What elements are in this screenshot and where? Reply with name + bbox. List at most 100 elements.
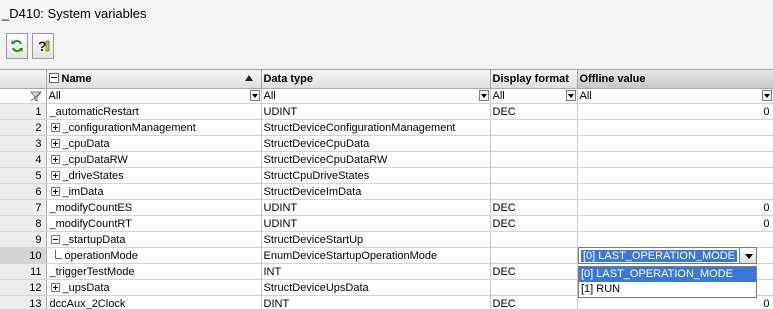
table-row[interactable]: 2 _configurationManagement StructDeviceCon… bbox=[0, 120, 773, 136]
table-row[interactable]: 4_cpuDataRWStructDeviceCpuDataRW bbox=[0, 152, 773, 168]
data-type[interactable]: StructDeviceCpuDataRW bbox=[261, 152, 490, 168]
offline-value[interactable] bbox=[577, 152, 773, 168]
offline-value[interactable]: 0 bbox=[577, 104, 773, 120]
row-number[interactable]: 9 bbox=[0, 232, 46, 248]
expand-icon[interactable] bbox=[51, 171, 60, 180]
variable-name[interactable]: _cpuDataRW bbox=[46, 152, 261, 168]
data-type[interactable]: StructDeviceImData bbox=[261, 184, 490, 200]
display-format[interactable]: DEC bbox=[490, 200, 577, 216]
variable-name[interactable]: _startupData bbox=[46, 232, 261, 248]
offline-value[interactable] bbox=[577, 136, 773, 152]
operation-mode-combo[interactable]: [0] LAST_OPERATION_MODE bbox=[578, 247, 757, 264]
filter-offline[interactable]: All bbox=[577, 89, 773, 104]
column-header-display-format[interactable]: Display format bbox=[490, 70, 577, 89]
display-format[interactable] bbox=[490, 280, 577, 296]
offline-value[interactable] bbox=[577, 184, 773, 200]
table-row[interactable]: 8_modifyCountRTUDINTDEC0 bbox=[0, 216, 773, 232]
chevron-down-icon[interactable] bbox=[479, 90, 489, 101]
row-number[interactable]: 12 bbox=[0, 280, 46, 296]
display-format[interactable] bbox=[490, 184, 577, 200]
data-type[interactable]: DINT bbox=[261, 296, 490, 309]
row-number[interactable]: 11 bbox=[0, 264, 46, 280]
row-number[interactable]: 3 bbox=[0, 136, 46, 152]
display-format[interactable] bbox=[490, 120, 577, 136]
table-row[interactable]: 5_driveStatesStructCpuDriveStates bbox=[0, 168, 773, 184]
data-type[interactable]: StructDeviceConfigurationManagement bbox=[261, 120, 490, 136]
display-format[interactable]: DEC bbox=[490, 104, 577, 120]
variable-name[interactable]: _automaticRestart bbox=[46, 104, 261, 120]
offline-value[interactable] bbox=[577, 232, 773, 248]
row-number[interactable]: 5 bbox=[0, 168, 46, 184]
row-number[interactable]: 7 bbox=[0, 200, 46, 216]
offline-value[interactable]: 0 bbox=[577, 200, 773, 216]
table-row[interactable]: 3_cpuDataStructDeviceCpuData bbox=[0, 136, 773, 152]
data-type[interactable]: StructDeviceCpuData bbox=[261, 136, 490, 152]
display-format[interactable] bbox=[490, 232, 577, 248]
display-format[interactable] bbox=[490, 152, 577, 168]
variable-name-text: _configurationManagement bbox=[63, 122, 196, 134]
table-row[interactable]: 9_startupDataStructDeviceStartUp bbox=[0, 232, 773, 248]
filter-datatype[interactable]: All bbox=[261, 89, 490, 104]
help-button[interactable]: ? bbox=[32, 33, 54, 59]
variable-name[interactable]: _triggerTestMode bbox=[46, 264, 261, 280]
data-type[interactable]: StructDeviceStartUp bbox=[261, 232, 490, 248]
expand-icon[interactable] bbox=[51, 187, 60, 196]
table-row[interactable]: 6_imDataStructDeviceImData bbox=[0, 184, 773, 200]
row-number[interactable]: 6 bbox=[0, 184, 46, 200]
offline-value[interactable] bbox=[577, 168, 773, 184]
column-header-name[interactable]: Name bbox=[46, 70, 261, 89]
chevron-down-icon[interactable] bbox=[250, 90, 260, 101]
row-number[interactable]: 13 bbox=[0, 296, 46, 309]
expand-icon[interactable] bbox=[51, 283, 60, 292]
data-type[interactable]: StructDeviceUpsData bbox=[261, 280, 490, 296]
data-type[interactable]: StructCpuDriveStates bbox=[261, 168, 490, 184]
chevron-down-icon[interactable] bbox=[762, 90, 772, 101]
variable-name[interactable]: dccAux_2Clock bbox=[46, 296, 261, 309]
collapse-icon[interactable] bbox=[51, 235, 60, 244]
column-header-offline-value[interactable]: Offline value bbox=[577, 70, 773, 89]
variable-name[interactable]: _cpuData bbox=[46, 136, 261, 152]
row-number[interactable]: 8 bbox=[0, 216, 46, 232]
display-format[interactable] bbox=[490, 168, 577, 184]
chevron-down-icon[interactable] bbox=[566, 90, 576, 101]
expand-icon[interactable] bbox=[51, 155, 60, 164]
row-number[interactable]: 4 bbox=[0, 152, 46, 168]
variable-name[interactable]: _imData bbox=[46, 184, 261, 200]
offline-value[interactable] bbox=[577, 120, 773, 136]
data-type[interactable]: UDINT bbox=[261, 104, 490, 120]
variable-name[interactable]: _configurationManagement bbox=[46, 120, 261, 136]
filter-name[interactable]: All bbox=[46, 89, 261, 104]
combo-dropdown-button[interactable] bbox=[739, 247, 757, 264]
display-format[interactable]: DEC bbox=[490, 216, 577, 232]
table-row[interactable]: 7_modifyCountESUDINTDEC0 bbox=[0, 200, 773, 216]
corner-header bbox=[0, 70, 46, 89]
row-number[interactable]: 1 bbox=[0, 104, 46, 120]
collapse-all-icon[interactable] bbox=[49, 73, 59, 83]
data-type[interactable]: INT bbox=[261, 264, 490, 280]
display-format[interactable]: DEC bbox=[490, 264, 577, 280]
expand-icon[interactable] bbox=[51, 139, 60, 148]
display-format[interactable] bbox=[490, 248, 577, 264]
data-type[interactable]: UDINT bbox=[261, 216, 490, 232]
filter-icon-cell[interactable] bbox=[0, 89, 46, 104]
variable-name[interactable]: _upsData bbox=[46, 280, 261, 296]
column-header-datatype[interactable]: Data type bbox=[261, 70, 490, 89]
operation-mode-dropdown: [0] LAST_OPERATION_MODE [1] RUN bbox=[578, 266, 757, 298]
variable-name[interactable]: _modifyCountRT bbox=[46, 216, 261, 232]
refresh-button[interactable] bbox=[6, 33, 28, 59]
dropdown-option[interactable]: [0] LAST_OPERATION_MODE bbox=[579, 267, 756, 282]
row-number[interactable]: 10 bbox=[0, 248, 46, 264]
variable-name[interactable]: _driveStates bbox=[46, 168, 261, 184]
filter-display[interactable]: All bbox=[490, 89, 577, 104]
offline-value[interactable]: 0 bbox=[577, 216, 773, 232]
dropdown-option[interactable]: [1] RUN bbox=[579, 282, 756, 297]
data-type[interactable]: UDINT bbox=[261, 200, 490, 216]
variable-name[interactable]: operationMode bbox=[46, 248, 261, 264]
expand-icon[interactable] bbox=[51, 123, 60, 132]
variable-name[interactable]: _modifyCountES bbox=[46, 200, 261, 216]
display-format[interactable] bbox=[490, 136, 577, 152]
data-type[interactable]: EnumDeviceStartupOperationMode bbox=[261, 248, 490, 264]
table-row[interactable]: 1_automaticRestartUDINTDEC0 bbox=[0, 104, 773, 120]
row-number[interactable]: 2 bbox=[0, 120, 46, 136]
display-format[interactable]: DEC bbox=[490, 296, 577, 309]
